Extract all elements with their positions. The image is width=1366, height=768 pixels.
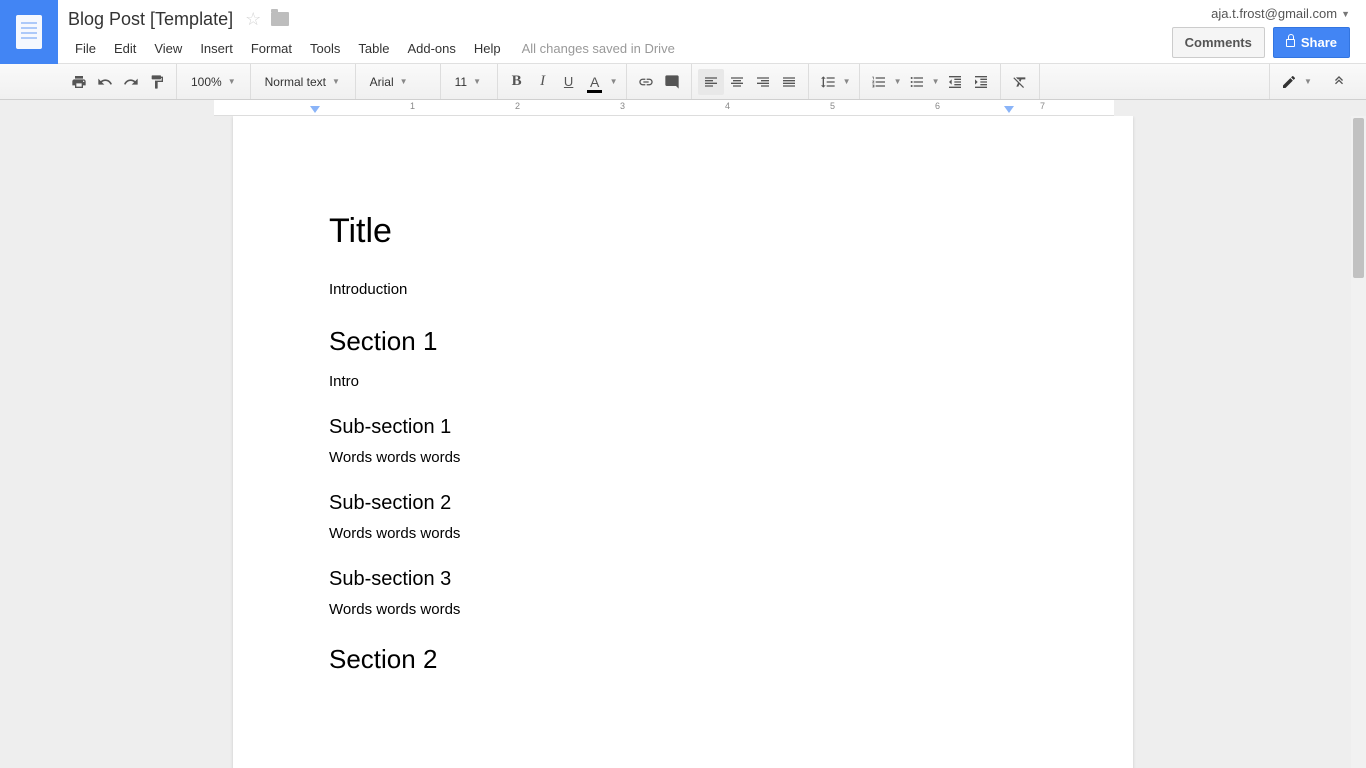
right-indent-marker[interactable] — [1004, 106, 1014, 113]
menu-tools[interactable]: Tools — [301, 37, 349, 60]
ruler-tick: 2 — [515, 101, 520, 111]
insert-link-icon[interactable] — [633, 69, 659, 95]
ruler-tick: 3 — [620, 101, 625, 111]
bold-button[interactable]: B — [504, 69, 530, 95]
collapse-toolbar-icon[interactable] — [1326, 69, 1352, 95]
editing-mode-dropdown[interactable]: ▼ — [1302, 69, 1314, 95]
text-color-button[interactable]: A — [582, 69, 608, 95]
line-spacing-icon[interactable] — [815, 69, 841, 95]
insert-comment-icon[interactable] — [659, 69, 685, 95]
line-spacing-dropdown[interactable]: ▼ — [841, 69, 853, 95]
font-value: Arial — [370, 75, 394, 89]
size-value: 11 — [455, 75, 467, 89]
lock-icon — [1286, 39, 1295, 47]
menu-edit[interactable]: Edit — [105, 37, 145, 60]
ruler-tick: 5 — [830, 101, 835, 111]
chevron-down-icon: ▼ — [228, 77, 236, 86]
ruler-tick: 6 — [935, 101, 940, 111]
save-status: All changes saved in Drive — [510, 37, 687, 60]
document-title[interactable]: Blog Post [Template] — [66, 8, 235, 31]
share-label: Share — [1301, 35, 1337, 50]
vertical-scrollbar[interactable] — [1351, 116, 1366, 768]
align-right-icon[interactable] — [750, 69, 776, 95]
bulleted-list-icon[interactable] — [904, 69, 930, 95]
ruler-area: 1 2 3 4 5 6 7 — [0, 100, 1366, 116]
doc-subsection-heading[interactable]: Sub-section 1 — [329, 416, 1037, 439]
doc-section-heading[interactable]: Section 1 — [329, 326, 1037, 357]
doc-body-text[interactable]: Words words words — [329, 601, 1037, 618]
zoom-select[interactable]: 100% ▼ — [183, 69, 244, 95]
redo-icon[interactable] — [118, 69, 144, 95]
doc-section-heading[interactable]: Section 2 — [329, 644, 1037, 675]
editing-mode-icon[interactable] — [1276, 69, 1302, 95]
menu-view[interactable]: View — [145, 37, 191, 60]
folder-icon[interactable] — [271, 12, 289, 26]
paint-format-icon[interactable] — [144, 69, 170, 95]
left-indent-marker[interactable] — [310, 106, 320, 113]
menu-format[interactable]: Format — [242, 37, 301, 60]
menu-addons[interactable]: Add-ons — [398, 37, 464, 60]
doc-body-text[interactable]: Words words words — [329, 449, 1037, 466]
bulleted-list-dropdown[interactable]: ▼ — [930, 69, 942, 95]
menu-table[interactable]: Table — [349, 37, 398, 60]
print-icon[interactable] — [66, 69, 92, 95]
horizontal-ruler[interactable]: 1 2 3 4 5 6 7 — [214, 100, 1114, 116]
share-button[interactable]: Share — [1273, 27, 1350, 58]
ruler-tick: 7 — [1040, 101, 1045, 111]
dropdown-arrow-icon: ▼ — [1341, 9, 1350, 19]
clear-formatting-icon[interactable] — [1007, 69, 1033, 95]
ruler-tick: 4 — [725, 101, 730, 111]
italic-button[interactable]: I — [530, 69, 556, 95]
align-justify-icon[interactable] — [776, 69, 802, 95]
font-size-select[interactable]: 11 ▼ — [447, 69, 491, 95]
document-canvas[interactable]: Title Introduction Section 1 Intro Sub-s… — [0, 116, 1366, 768]
undo-icon[interactable] — [92, 69, 118, 95]
account-menu[interactable]: aja.t.frost@gmail.com ▼ — [1211, 6, 1350, 21]
align-left-icon[interactable] — [698, 69, 724, 95]
doc-body-text[interactable]: Words words words — [329, 525, 1037, 542]
comments-button[interactable]: Comments — [1172, 27, 1265, 58]
style-value: Normal text — [265, 75, 326, 89]
menu-insert[interactable]: Insert — [191, 37, 242, 60]
account-email: aja.t.frost@gmail.com — [1211, 6, 1337, 21]
doc-intro-text[interactable]: Introduction — [329, 281, 1037, 298]
paragraph-style-select[interactable]: Normal text ▼ — [257, 69, 349, 95]
increase-indent-icon[interactable] — [968, 69, 994, 95]
menu-file[interactable]: File — [66, 37, 105, 60]
toolbar: 100% ▼ Normal text ▼ Arial ▼ 11 ▼ B I U … — [0, 64, 1366, 100]
align-center-icon[interactable] — [724, 69, 750, 95]
numbered-list-dropdown[interactable]: ▼ — [892, 69, 904, 95]
zoom-value: 100% — [191, 75, 222, 89]
menu-help[interactable]: Help — [465, 37, 510, 60]
text-color-dropdown[interactable]: ▼ — [608, 69, 620, 95]
font-select[interactable]: Arial ▼ — [362, 69, 434, 95]
document-page[interactable]: Title Introduction Section 1 Intro Sub-s… — [233, 116, 1133, 768]
chevron-down-icon: ▼ — [473, 77, 481, 86]
title-area: Blog Post [Template] ☆ File Edit View In… — [58, 0, 1172, 60]
doc-title-heading[interactable]: Title — [329, 212, 1037, 251]
ruler-tick: 1 — [410, 101, 415, 111]
star-icon[interactable]: ☆ — [245, 9, 261, 30]
decrease-indent-icon[interactable] — [942, 69, 968, 95]
app-header: Blog Post [Template] ☆ File Edit View In… — [0, 0, 1366, 64]
chevron-down-icon: ▼ — [332, 77, 340, 86]
doc-body-text[interactable]: Intro — [329, 373, 1037, 390]
menu-bar: File Edit View Insert Format Tools Table… — [66, 37, 1164, 60]
docs-app-icon[interactable] — [0, 0, 58, 64]
numbered-list-icon[interactable] — [866, 69, 892, 95]
chevron-down-icon: ▼ — [400, 77, 408, 86]
scrollbar-thumb[interactable] — [1353, 118, 1364, 278]
doc-subsection-heading[interactable]: Sub-section 2 — [329, 492, 1037, 515]
doc-subsection-heading[interactable]: Sub-section 3 — [329, 568, 1037, 591]
underline-button[interactable]: U — [556, 69, 582, 95]
header-right: aja.t.frost@gmail.com ▼ Comments Share — [1172, 0, 1366, 58]
